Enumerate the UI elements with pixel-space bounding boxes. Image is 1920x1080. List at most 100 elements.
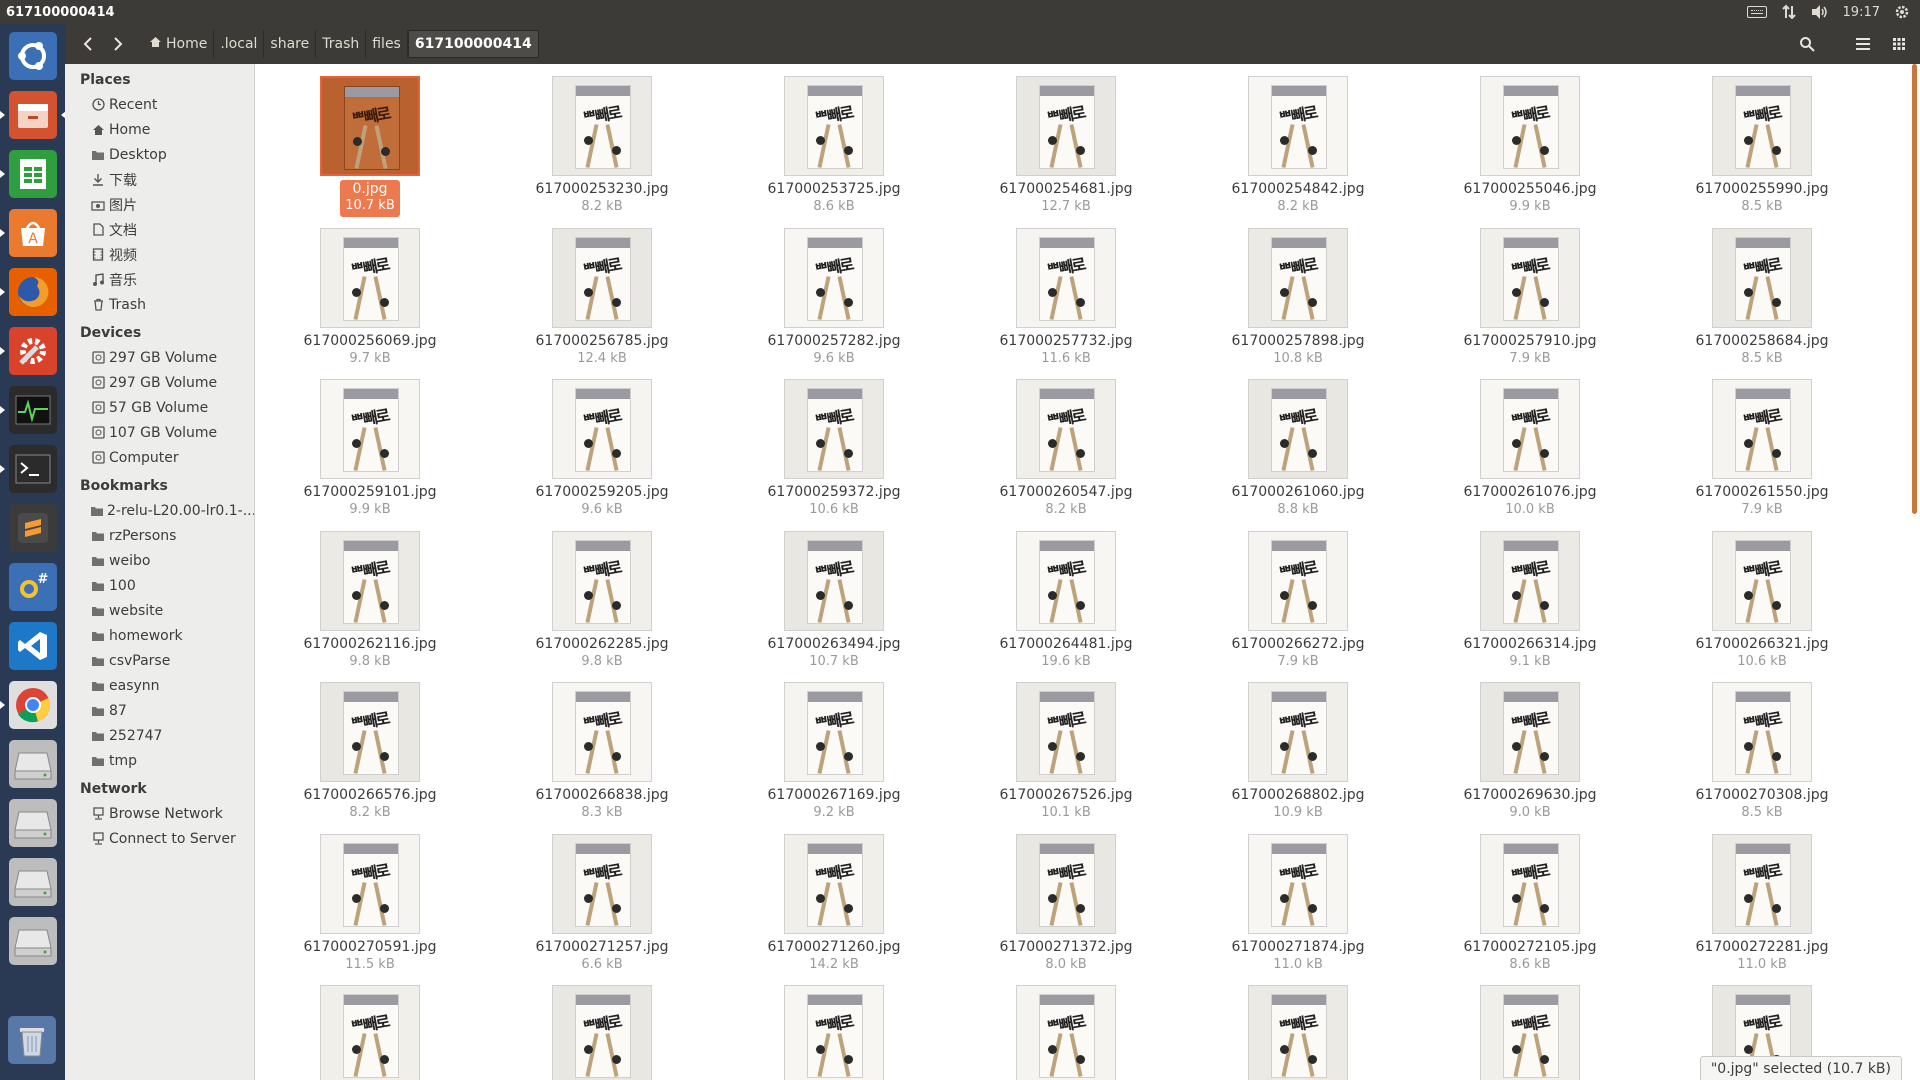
file-item[interactable]: ᄈ빼로 617000271372.jpg 8.0 kB	[951, 822, 1181, 972]
file-item[interactable]: ᄈ빼로 617000261550.jpg 7.9 kB	[1647, 367, 1877, 517]
file-item[interactable]: ᄈ빼로 617000259372.jpg 10.6 kB	[719, 367, 949, 517]
file-thumbnail[interactable]: ᄈ빼로	[320, 682, 420, 782]
sidebar-place-item[interactable]: 下载	[65, 167, 254, 192]
grid-view-button[interactable]	[1884, 30, 1914, 58]
file-item[interactable]: ᄈ빼로 617000256069.jpg 9.7 kB	[255, 216, 485, 366]
sidebar-place-item[interactable]: Home	[65, 117, 254, 142]
launcher-system-settings[interactable]	[0, 324, 60, 378]
file-item[interactable]: ᄈ빼로 617000261060.jpg 8.8 kB	[1183, 367, 1413, 517]
list-view-button[interactable]	[1848, 30, 1878, 58]
sidebar-place-item[interactable]: Recent	[65, 92, 254, 117]
file-thumbnail[interactable]: ᄈ빼로	[1712, 379, 1812, 479]
forward-button[interactable]	[103, 29, 133, 59]
file-thumbnail[interactable]: ᄈ빼로	[1480, 833, 1580, 934]
file-thumbnail[interactable]: ᄈ빼로	[552, 379, 652, 479]
file-item[interactable]: ᄈ빼로 617000266272.jpg 7.9 kB	[1183, 519, 1413, 669]
sidebar-bookmark-item[interactable]: 252747	[65, 723, 254, 748]
file-thumbnail[interactable]: ᄈ빼로	[552, 227, 652, 328]
clock[interactable]: 19:17	[1843, 5, 1880, 20]
file-item[interactable]: ᄈ빼로 617000272281.jpg 11.0 kB	[1647, 822, 1877, 972]
file-thumbnail[interactable]: ᄈ빼로	[784, 379, 884, 479]
sidebar-network-item[interactable]: Browse Network	[65, 801, 254, 826]
file-item[interactable]: ᄈ빼로 617000255990.jpg 8.5 kB	[1647, 64, 1877, 214]
file-thumbnail[interactable]: ᄈ빼로	[1016, 379, 1116, 479]
sidebar-bookmark-item[interactable]: weibo	[65, 548, 254, 573]
file-thumbnail[interactable]: ᄈ빼로	[320, 379, 420, 479]
sidebar-bookmark-item[interactable]: rzPersons	[65, 523, 254, 548]
file-item[interactable]: ᄈ빼로 617000272105.jpg 8.6 kB	[1415, 822, 1645, 972]
file-item[interactable]: ᄈ빼로 617000253230.jpg 8.2 kB	[487, 64, 717, 214]
launcher-drive[interactable]	[6, 737, 60, 791]
file-thumbnail[interactable]: ᄈ빼로	[1016, 985, 1116, 1080]
file-thumbnail[interactable]: ᄈ빼로	[1016, 682, 1116, 782]
file-item[interactable]: ᄈ빼로 617000253725.jpg 8.6 kB	[719, 64, 949, 214]
file-item[interactable]: ᄈ빼로 617000257282.jpg 9.6 kB	[719, 216, 949, 366]
file-thumbnail[interactable]: ᄈ빼로	[1480, 682, 1580, 782]
file-thumbnail[interactable]: ᄈ빼로	[1248, 530, 1348, 631]
launcher-drive[interactable]	[6, 796, 60, 850]
file-thumbnail[interactable]: ᄈ빼로	[1248, 833, 1348, 934]
sidebar-bookmark-item[interactable]: 87	[65, 698, 254, 723]
sidebar-network-item[interactable]: Connect to Server	[65, 826, 254, 851]
sidebar-bookmark-item[interactable]: website	[65, 598, 254, 623]
launcher-firefox[interactable]	[0, 265, 60, 319]
breadcrumb-item[interactable]: .local	[214, 30, 265, 58]
file-item[interactable]: ᄈ빼로 0.jpg 10.7 kB	[255, 64, 485, 217]
file-item[interactable]: ᄈ빼로 617000271257.jpg 6.6 kB	[487, 822, 717, 972]
file-thumbnail[interactable]: ᄈ빼로	[1480, 227, 1580, 328]
file-item[interactable]: ᄈ빼로	[719, 973, 949, 1080]
launcher-ubuntu-dash[interactable]	[6, 29, 60, 83]
file-item[interactable]: ᄈ빼로 617000264481.jpg 19.6 kB	[951, 519, 1181, 669]
file-item[interactable]: ᄈ빼로 617000259205.jpg 9.6 kB	[487, 367, 717, 517]
file-item[interactable]: ᄈ빼로 617000263494.jpg 10.7 kB	[719, 519, 949, 669]
search-button[interactable]	[1792, 30, 1822, 58]
breadcrumb-item[interactable]: Trash	[316, 30, 367, 58]
file-thumbnail[interactable]: ᄈ빼로	[1016, 833, 1116, 934]
file-thumbnail[interactable]: ᄈ빼로	[1016, 227, 1116, 328]
launcher-terminal[interactable]	[0, 442, 60, 496]
sidebar-place-item[interactable]: 文档	[65, 217, 254, 242]
file-item[interactable]: ᄈ빼로 617000269630.jpg 9.0 kB	[1415, 670, 1645, 820]
file-thumbnail[interactable]: ᄈ빼로	[320, 227, 420, 328]
file-item[interactable]: ᄈ빼로 617000266576.jpg 8.2 kB	[255, 670, 485, 820]
network-icon[interactable]	[1781, 4, 1797, 20]
file-thumbnail[interactable]: ᄈ빼로	[552, 682, 652, 782]
file-thumbnail[interactable]: ᄈ빼로	[1248, 76, 1348, 176]
file-item[interactable]: ᄈ빼로 617000267169.jpg 9.2 kB	[719, 670, 949, 820]
sidebar-device-item[interactable]: 107 GB Volume	[65, 420, 254, 445]
sidebar-place-item[interactable]: Desktop	[65, 142, 254, 167]
scrollbar[interactable]	[1905, 64, 1920, 1080]
file-item[interactable]: ᄈ빼로 617000257910.jpg 7.9 kB	[1415, 216, 1645, 366]
file-item[interactable]: ᄈ빼로 617000268802.jpg 10.9 kB	[1183, 670, 1413, 820]
file-thumbnail[interactable]: ᄈ빼로	[552, 76, 652, 176]
launcher-drive[interactable]	[6, 914, 60, 968]
file-item[interactable]: ᄈ빼로 617000262116.jpg 9.8 kB	[255, 519, 485, 669]
breadcrumb-item[interactable]: share	[264, 30, 317, 58]
file-thumbnail[interactable]: ᄈ빼로	[552, 530, 652, 631]
file-thumbnail[interactable]: ᄈ빼로	[1480, 985, 1580, 1080]
breadcrumb-item[interactable]: files	[366, 30, 408, 58]
file-thumbnail[interactable]: ᄈ빼로	[1712, 76, 1812, 176]
file-thumbnail[interactable]: ᄈ빼로	[784, 76, 884, 176]
launcher-vscode[interactable]	[6, 619, 60, 673]
file-thumbnail[interactable]: ᄈ빼로	[1016, 76, 1116, 176]
sidebar-device-item[interactable]: 297 GB Volume	[65, 345, 254, 370]
file-item[interactable]: ᄈ빼로	[255, 973, 485, 1080]
file-thumbnail[interactable]: ᄈ빼로	[1712, 530, 1812, 631]
file-item[interactable]: ᄈ빼로 617000270308.jpg 8.5 kB	[1647, 670, 1877, 820]
file-item[interactable]: ᄈ빼로 617000271260.jpg 14.2 kB	[719, 822, 949, 972]
sidebar-bookmark-item[interactable]: tmp	[65, 748, 254, 773]
file-thumbnail[interactable]: ᄈ빼로	[784, 227, 884, 328]
sidebar-bookmark-item[interactable]: homework	[65, 623, 254, 648]
launcher-chrome[interactable]	[0, 678, 60, 732]
launcher-system-monitor[interactable]	[0, 383, 60, 437]
file-item[interactable]: ᄈ빼로 617000254681.jpg 12.7 kB	[951, 64, 1181, 214]
file-item[interactable]: ᄈ빼로 617000261076.jpg 10.0 kB	[1415, 367, 1645, 517]
file-item[interactable]: ᄈ빼로	[487, 973, 717, 1080]
file-item[interactable]: ᄈ빼로 617000266321.jpg 10.6 kB	[1647, 519, 1877, 669]
scrollbar-thumb[interactable]	[1912, 64, 1917, 514]
file-item[interactable]: ᄈ빼로 617000257898.jpg 10.8 kB	[1183, 216, 1413, 366]
file-item[interactable]: ᄈ빼로 617000256785.jpg 12.4 kB	[487, 216, 717, 366]
file-item[interactable]: ᄈ빼로 617000259101.jpg 9.9 kB	[255, 367, 485, 517]
file-thumbnail[interactable]: ᄈ빼로	[320, 833, 420, 934]
